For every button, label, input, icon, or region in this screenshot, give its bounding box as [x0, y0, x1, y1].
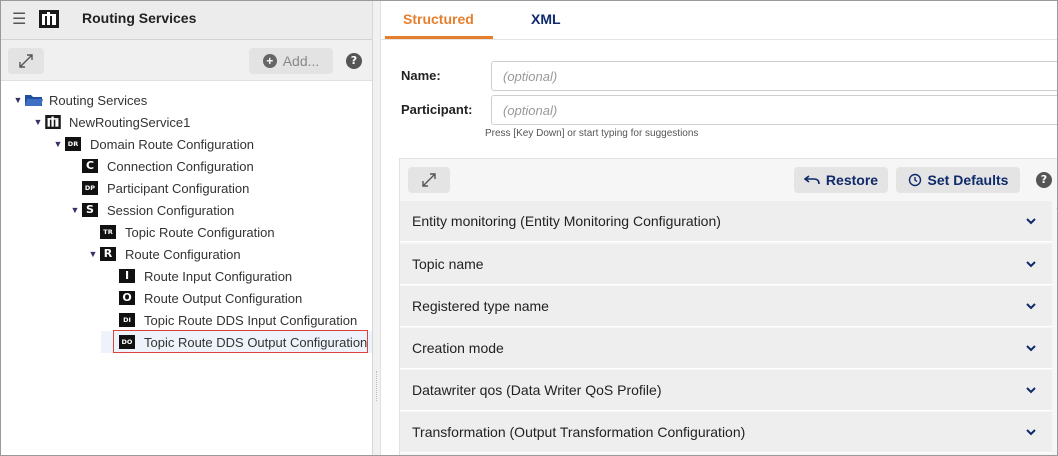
section-label: Registered type name [412, 298, 549, 314]
dr-badge-icon: DR [65, 137, 81, 151]
name-label: Name: [401, 68, 441, 83]
tree-item-label: Topic Route DDS Input Configuration [144, 312, 358, 328]
caret-down-icon[interactable]: ▼ [70, 205, 80, 215]
o-badge-icon: O [119, 291, 135, 305]
active-tab-indicator [385, 36, 493, 39]
suggestion-hint: Press [Key Down] or start typing for sug… [485, 128, 699, 139]
chevron-down-icon[interactable] [1024, 425, 1038, 439]
tree-item-label: Topic Route Configuration [125, 224, 275, 240]
splitter-grip[interactable] [376, 371, 379, 401]
add-button-label: Add... [282, 53, 320, 69]
s-badge-icon: S [82, 203, 98, 217]
undo-icon [803, 175, 820, 185]
form-toolbar: Restore Set Defaults ? [400, 159, 1057, 201]
title-bar: ☰ Routing Services [1, 1, 372, 40]
properties-form: Restore Set Defaults ? Entity monitoring… [399, 158, 1057, 455]
section-label: Topic name [412, 256, 484, 272]
set-defaults-button[interactable]: Set Defaults [896, 167, 1020, 193]
chevron-down-icon[interactable] [1024, 257, 1038, 271]
section-label: Transformation (Output Transformation Co… [412, 424, 746, 440]
selection-outline [113, 330, 368, 353]
tree-item-label: Route Output Configuration [144, 290, 303, 306]
tab-xml[interactable]: XML [531, 11, 561, 27]
section-topic-name[interactable]: Topic name [400, 244, 1052, 285]
caret-down-icon[interactable]: ▼ [13, 95, 23, 105]
section-entity-monitoring[interactable]: Entity monitoring (Entity Monitoring Con… [400, 201, 1052, 242]
c-badge-icon: C [82, 159, 98, 173]
section-registered-type-name[interactable]: Registered type name [400, 286, 1052, 327]
expand-icon [422, 173, 436, 187]
tree-item-route-input[interactable]: I Route Input Configuration [119, 266, 292, 286]
help-icon[interactable]: ? [1036, 172, 1052, 188]
folder-icon [25, 95, 43, 106]
tree-item-route[interactable]: ▼ R Route Configuration [88, 244, 241, 264]
restore-label: Restore [825, 172, 879, 188]
name-input[interactable]: (optional) [491, 61, 1057, 91]
participant-input[interactable]: (optional) [491, 95, 1057, 125]
caret-down-icon[interactable]: ▼ [53, 139, 63, 149]
expand-button[interactable] [8, 48, 44, 74]
scrollbar[interactable] [1052, 201, 1057, 455]
section-label: Entity monitoring (Entity Monitoring Con… [412, 213, 721, 229]
help-icon[interactable]: ? [346, 53, 362, 69]
participant-label: Participant: [401, 102, 473, 117]
caret-down-icon[interactable]: ▼ [88, 249, 98, 259]
app-window: ☰ Routing Services + Add... ? ▼ Routing … [0, 0, 1058, 456]
tree-item-label: Route Configuration [125, 246, 241, 262]
routing-service-logo-icon [39, 10, 59, 28]
tree-item-label: Connection Configuration [107, 158, 254, 174]
menu-icon[interactable]: ☰ [12, 12, 26, 28]
routing-service-icon [45, 115, 61, 129]
section-label: Creation mode [412, 340, 504, 356]
tree-item-label: NewRoutingService1 [69, 114, 191, 130]
tree-item-routing-services[interactable]: ▼ Routing Services [13, 90, 148, 110]
tree-item-new-routing-service[interactable]: ▼ NewRoutingService1 [33, 112, 191, 132]
tree-item-label: Routing Services [49, 92, 148, 108]
tree-item-label: Domain Route Configuration [90, 136, 255, 152]
i-badge-icon: I [119, 269, 135, 283]
app-title: Routing Services [82, 10, 197, 26]
expand-icon [19, 54, 33, 68]
dp-badge-icon: DP [82, 181, 98, 195]
tree-item-domain-route[interactable]: ▼ DR Domain Route Configuration [53, 134, 255, 154]
tree-item-label: Participant Configuration [107, 180, 250, 196]
tree-item-route-output[interactable]: O Route Output Configuration [119, 288, 302, 308]
chevron-down-icon[interactable] [1024, 341, 1038, 355]
tree-item-connection[interactable]: C Connection Configuration [82, 156, 254, 176]
tree-item-label: Route Input Configuration [144, 268, 293, 284]
history-icon [908, 173, 921, 187]
tree-toolbar: + Add... ? [1, 40, 372, 81]
tab-structured[interactable]: Structured [403, 11, 474, 27]
tree-item-dds-input[interactable]: DI Topic Route DDS Input Configuration [119, 310, 357, 330]
form-expand-button[interactable] [408, 167, 450, 193]
caret-down-icon[interactable]: ▼ [33, 117, 43, 127]
r-badge-icon: R [100, 247, 116, 261]
set-defaults-label: Set Defaults [927, 172, 1009, 188]
chevron-down-icon[interactable] [1024, 214, 1038, 228]
di-badge-icon: DI [119, 313, 135, 327]
chevron-down-icon[interactable] [1024, 383, 1038, 397]
section-label: Datawriter qos (Data Writer QoS Profile) [412, 382, 662, 398]
tree-item-label: Session Configuration [107, 202, 235, 218]
restore-button[interactable]: Restore [794, 167, 888, 193]
add-button[interactable]: + Add... [249, 48, 333, 74]
section-creation-mode[interactable]: Creation mode [400, 328, 1052, 369]
tree-item-session[interactable]: ▼ S Session Configuration [70, 200, 235, 220]
chevron-down-icon[interactable] [1024, 299, 1038, 313]
left-panel: ☰ Routing Services + Add... ? ▼ Routing … [1, 1, 373, 455]
tree-item-topic-route[interactable]: TR Topic Route Configuration [100, 222, 275, 242]
tree-item-participant[interactable]: DP Participant Configuration [82, 178, 249, 198]
tr-badge-icon: TR [100, 225, 116, 239]
section-transformation[interactable]: Transformation (Output Transformation Co… [400, 412, 1052, 453]
plus-icon: + [262, 54, 277, 68]
editor-tabs: Structured XML [381, 1, 1057, 40]
section-datawriter-qos[interactable]: Datawriter qos (Data Writer QoS Profile) [400, 370, 1052, 411]
right-panel: Structured XML Name: (optional) Particip… [381, 1, 1057, 455]
